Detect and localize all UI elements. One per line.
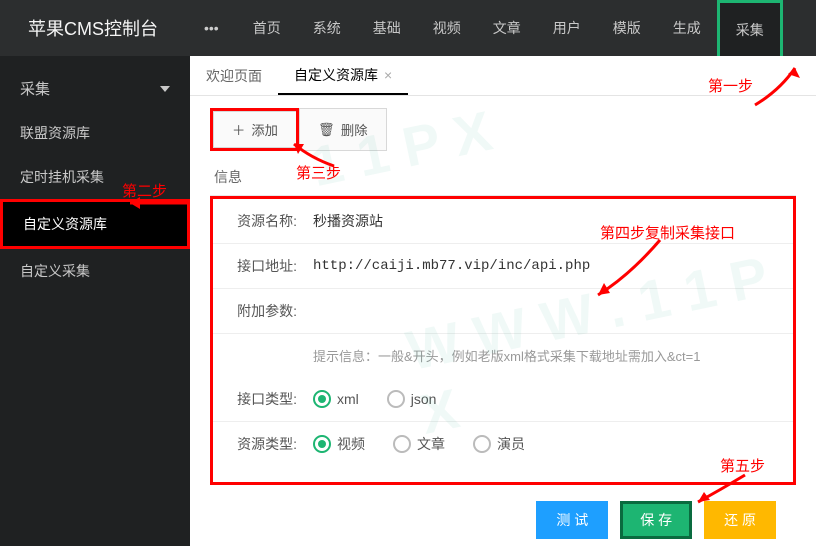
row-extra: 附加参数: xyxy=(213,289,793,334)
radio-icon xyxy=(313,435,331,453)
extra-label: 附加参数: xyxy=(213,301,313,321)
nav-video[interactable]: 视频 xyxy=(417,0,477,56)
ellipsis-icon[interactable]: ••• xyxy=(186,20,237,36)
delete-button[interactable]: 🗑 删除 xyxy=(299,108,387,151)
section-label: 信息 xyxy=(190,163,816,195)
radio-json[interactable]: json xyxy=(387,390,437,408)
toolbar: ＋ 添加 🗑 删除 xyxy=(190,96,816,163)
sidebar-header[interactable]: 采集 xyxy=(0,66,190,111)
radio-icon xyxy=(393,435,411,453)
sidebar-item-custom-collect[interactable]: 自定义采集 xyxy=(0,249,190,293)
sidebar-item-custom-source[interactable]: 自定义资源库 xyxy=(0,199,190,249)
top-nav: 苹果CMS控制台 ••• 首页 系统 基础 视频 文章 用户 模版 生成 采集 xyxy=(0,0,816,56)
radio-xml[interactable]: xml xyxy=(313,390,359,408)
nav-basic[interactable]: 基础 xyxy=(357,0,417,56)
trash-icon: 🗑 xyxy=(318,122,335,138)
tabs: 欢迎页面 自定义资源库 × xyxy=(190,56,816,96)
chevron-down-icon xyxy=(160,86,170,92)
res-type-label: 资源类型: xyxy=(213,434,313,454)
sidebar-header-label: 采集 xyxy=(20,78,50,99)
nav-template[interactable]: 模版 xyxy=(597,0,657,56)
name-label: 资源名称: xyxy=(213,211,313,231)
radio-icon xyxy=(387,390,405,408)
reset-button[interactable]: 还 原 xyxy=(704,501,776,539)
radio-actor[interactable]: 演员 xyxy=(473,434,525,454)
action-bar: 测 试 保 存 还 原 xyxy=(190,485,816,555)
tab-welcome[interactable]: 欢迎页面 xyxy=(190,56,278,95)
nav-user[interactable]: 用户 xyxy=(537,0,597,56)
name-input[interactable]: 秒播资源站 xyxy=(313,211,793,231)
test-button[interactable]: 测 试 xyxy=(536,501,608,539)
nav-collect[interactable]: 采集 xyxy=(717,0,783,56)
delete-label: 删除 xyxy=(341,120,368,139)
sidebar: 采集 联盟资源库 定时挂机采集 自定义资源库 自定义采集 xyxy=(0,56,190,546)
sidebar-item-union[interactable]: 联盟资源库 xyxy=(0,111,190,155)
url-label: 接口地址: xyxy=(213,256,313,276)
close-icon[interactable]: × xyxy=(384,67,392,83)
api-type-label: 接口类型: xyxy=(213,389,313,409)
save-button[interactable]: 保 存 xyxy=(620,501,692,539)
hint-text: 提示信息：一般&开头，例如老版xml格式采集下载地址需加入&ct=1 xyxy=(213,334,793,377)
nav-home[interactable]: 首页 xyxy=(237,0,297,56)
radio-icon xyxy=(313,390,331,408)
tab-label: 欢迎页面 xyxy=(206,66,262,86)
nav-system[interactable]: 系统 xyxy=(297,0,357,56)
row-url: 接口地址: http://caiji.mb77.vip/inc/api.php xyxy=(213,244,793,289)
url-input[interactable]: http://caiji.mb77.vip/inc/api.php xyxy=(313,258,793,274)
radio-article[interactable]: 文章 xyxy=(393,434,445,454)
add-button[interactable]: ＋ 添加 xyxy=(213,111,296,148)
brand-title: 苹果CMS控制台 xyxy=(0,15,186,41)
add-label: 添加 xyxy=(251,120,278,139)
row-api-type: 接口类型: xml json xyxy=(213,377,793,422)
row-res-type: 资源类型: 视频 文章 演员 xyxy=(213,422,793,466)
nav-generate[interactable]: 生成 xyxy=(657,0,717,56)
tab-label: 自定义资源库 xyxy=(294,65,378,85)
form-box: 资源名称: 秒播资源站 接口地址: http://caiji.mb77.vip/… xyxy=(210,196,796,485)
radio-icon xyxy=(473,435,491,453)
nav-article[interactable]: 文章 xyxy=(477,0,537,56)
tab-custom-source[interactable]: 自定义资源库 × xyxy=(278,56,408,95)
main-content: 欢迎页面 自定义资源库 × ＋ 添加 🗑 删除 信息 xyxy=(190,56,816,546)
row-name: 资源名称: 秒播资源站 xyxy=(213,199,793,244)
radio-video[interactable]: 视频 xyxy=(313,434,365,454)
plus-icon: ＋ xyxy=(232,120,245,139)
sidebar-item-timer[interactable]: 定时挂机采集 xyxy=(0,155,190,199)
